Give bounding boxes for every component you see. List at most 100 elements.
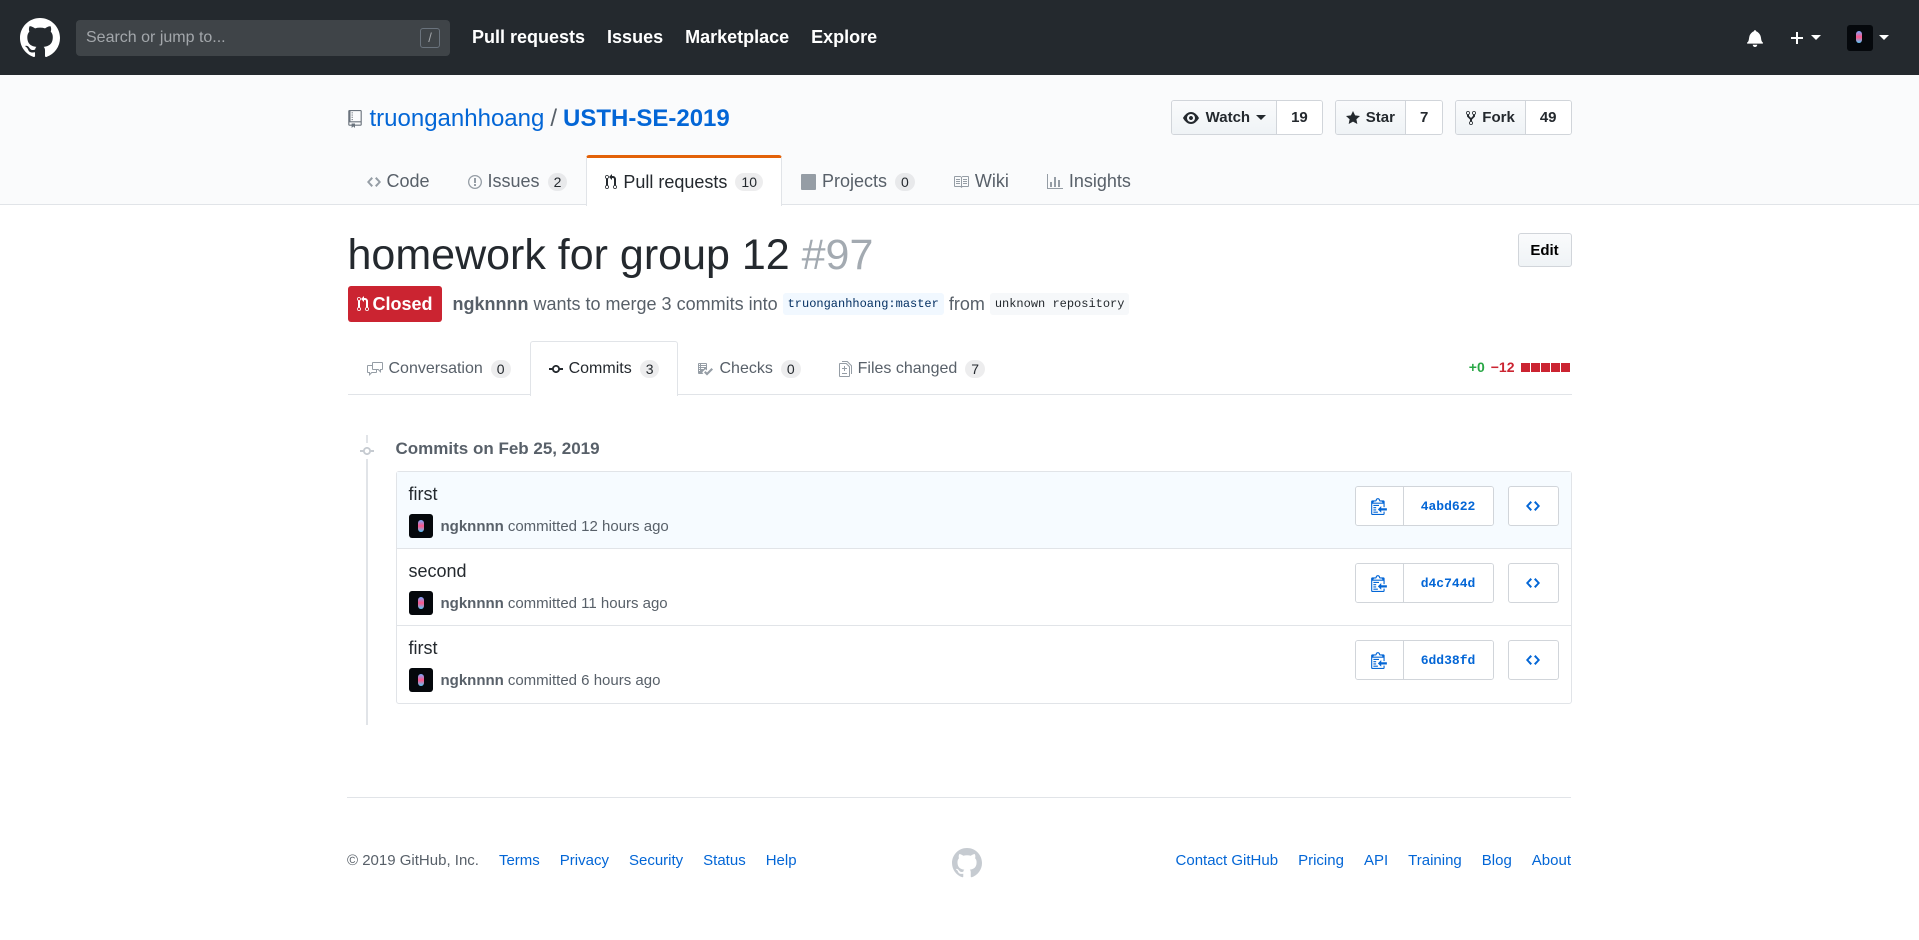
commit-author-link[interactable]: ngknnnn: [441, 518, 504, 535]
commit-meta: ngknnnn committed 12 hours ago: [408, 514, 669, 538]
tab-issues[interactable]: Issues 2: [449, 155, 587, 205]
tab-label: Files changed: [857, 359, 958, 377]
github-mark-icon[interactable]: [952, 848, 982, 883]
issues-counter: 2: [547, 172, 568, 191]
browse-code-button[interactable]: [1507, 486, 1559, 526]
star-button[interactable]: Star: [1335, 101, 1406, 134]
tab-insights[interactable]: Insights: [1028, 155, 1150, 205]
tab-label: Projects: [822, 171, 888, 191]
search-box[interactable]: /: [76, 19, 450, 56]
fork-label: Fork: [1482, 109, 1515, 126]
commit-author-link[interactable]: ngknnnn: [441, 595, 504, 612]
project-icon: [801, 173, 816, 190]
base-ref[interactable]: truonganhhoang:master: [782, 293, 944, 315]
repo-owner-link[interactable]: truonganhhoang: [370, 105, 545, 133]
user-menu-dropdown[interactable]: [1847, 24, 1889, 51]
tab-label: Commits: [568, 360, 632, 377]
book-icon: [953, 175, 969, 188]
repo-name-link[interactable]: USTH-SE-2019: [563, 105, 730, 133]
clippy-icon[interactable]: [1355, 641, 1404, 679]
commit-message-link[interactable]: first: [409, 638, 438, 659]
footer-link-terms[interactable]: Terms: [499, 852, 540, 869]
repo-title: truonganhhoang / USTH-SE-2019: [347, 105, 730, 133]
diffstat-block: [1560, 362, 1570, 372]
commit-message-link[interactable]: first: [409, 484, 438, 505]
commit-group-title: Commits on Feb 25, 2019: [395, 439, 600, 458]
tab-code[interactable]: Code: [348, 155, 449, 205]
tab-projects[interactable]: Projects 0: [782, 155, 934, 205]
browse-code-button[interactable]: [1507, 563, 1559, 603]
tab-label: Insights: [1068, 171, 1131, 191]
search-input[interactable]: [86, 28, 440, 47]
nav-issues[interactable]: Issues: [607, 27, 663, 48]
footer-link-about[interactable]: About: [1532, 852, 1571, 869]
clippy-icon[interactable]: [1355, 564, 1404, 602]
footer-link-blog[interactable]: Blog: [1482, 852, 1512, 869]
clippy-icon[interactable]: [1355, 487, 1404, 525]
avatar[interactable]: [408, 668, 433, 692]
commit-list: first ngknnnn committed 12 hours ago 4ab…: [395, 471, 1572, 704]
fork-button[interactable]: Fork: [1456, 101, 1526, 134]
diffstat-block: [1550, 362, 1560, 372]
footer-link-api[interactable]: API: [1364, 852, 1388, 869]
footer-link-security[interactable]: Security: [629, 852, 683, 869]
github-logo-icon[interactable]: [20, 17, 60, 58]
pr-tabnav: Conversation 0 Commits 3 Checks 0 Files …: [347, 341, 1572, 396]
code-icon: [1526, 578, 1540, 588]
commit-actions: d4c744d: [1354, 563, 1559, 603]
nav-marketplace[interactable]: Marketplace: [685, 27, 789, 48]
footer-link-contact[interactable]: Contact GitHub: [1176, 852, 1279, 869]
tab-checks[interactable]: Checks 0: [678, 341, 819, 395]
footer-link-privacy[interactable]: Privacy: [560, 852, 609, 869]
global-nav: Pull requests Issues Marketplace Explore: [472, 27, 877, 48]
additions-count: +0: [1468, 359, 1485, 375]
bell-icon[interactable]: [1747, 29, 1763, 47]
tab-files-changed[interactable]: Files changed 7: [820, 341, 1004, 395]
watch-button[interactable]: Watch: [1171, 101, 1278, 134]
footer-link-status[interactable]: Status: [703, 852, 746, 869]
tab-wiki[interactable]: Wiki: [934, 155, 1028, 205]
tab-commits[interactable]: Commits 3: [529, 341, 679, 396]
sha-button-group: 4abd622: [1354, 486, 1494, 526]
footer-right-links: Contact GitHub Pricing API Training Blog…: [1176, 852, 1571, 869]
commit-message-link[interactable]: second: [409, 561, 467, 582]
projects-counter: 0: [895, 172, 915, 191]
fork-count[interactable]: 49: [1525, 101, 1571, 134]
pull-request-content: homework for group 12 #97 Edit Closed ng…: [347, 205, 1572, 765]
star-icon: [1345, 110, 1360, 124]
commit-sha-link[interactable]: 6dd38fd: [1403, 641, 1493, 679]
nav-explore[interactable]: Explore: [811, 27, 877, 48]
tab-pull-requests[interactable]: Pull requests 10: [586, 155, 782, 206]
commit-sha-link[interactable]: d4c744d: [1403, 564, 1493, 602]
footer-link-pricing[interactable]: Pricing: [1298, 852, 1344, 869]
tab-conversation[interactable]: Conversation 0: [348, 341, 530, 395]
diffstat: +0 −12: [1469, 359, 1570, 375]
commit-actions: 4abd622: [1354, 486, 1559, 526]
star-button-group: Star 7: [1334, 100, 1444, 135]
commit-author-link[interactable]: ngknnnn: [441, 672, 504, 689]
browse-code-button[interactable]: [1507, 640, 1559, 680]
checklist-icon: [698, 362, 714, 375]
chevron-down-icon: [1811, 35, 1821, 40]
deletions-count: −12: [1490, 359, 1515, 375]
commit-sha-link[interactable]: 4abd622: [1403, 487, 1493, 525]
footer-link-help[interactable]: Help: [766, 852, 797, 869]
commit-meta: ngknnnn committed 6 hours ago: [408, 668, 660, 692]
table-row: second ngknnnn committed 11 hours ago d4…: [396, 549, 1571, 626]
status-label: Closed: [372, 293, 433, 314]
create-new-dropdown[interactable]: [1789, 30, 1821, 46]
tab-label: Code: [386, 171, 430, 191]
watch-count[interactable]: 19: [1277, 101, 1322, 134]
pr-author-link[interactable]: ngknnnn: [453, 294, 529, 315]
tab-label: Issues: [487, 171, 540, 191]
avatar[interactable]: [408, 514, 433, 538]
issue-icon: [467, 174, 482, 189]
diffstat-blocks: [1520, 362, 1570, 372]
star-count[interactable]: 7: [1405, 101, 1443, 134]
footer-link-training[interactable]: Training: [1408, 852, 1462, 869]
edit-button[interactable]: Edit: [1517, 233, 1572, 267]
checks-counter: 0: [780, 359, 801, 378]
nav-pull-requests[interactable]: Pull requests: [472, 27, 585, 48]
repo-icon: [347, 110, 362, 128]
avatar[interactable]: [408, 591, 433, 615]
